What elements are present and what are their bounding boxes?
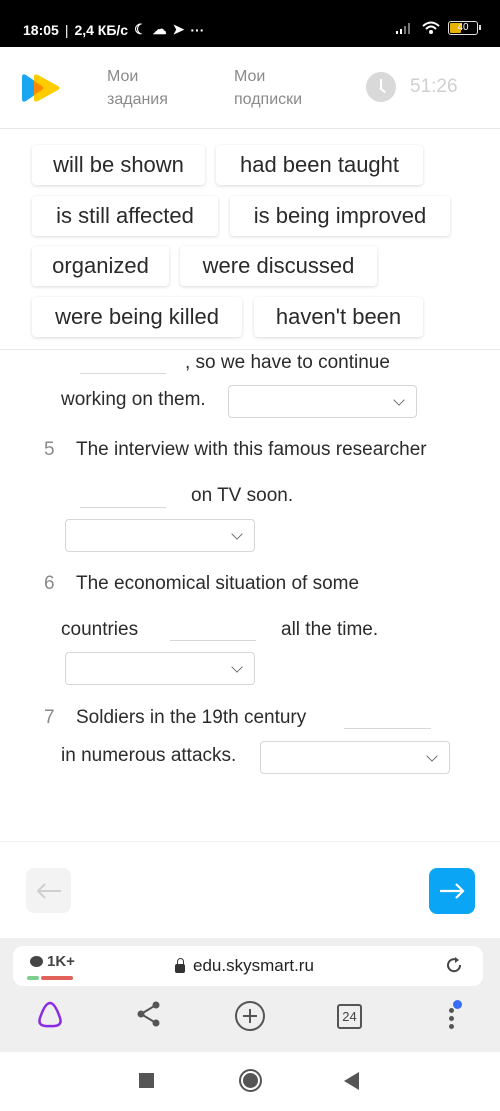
- timer: 51:26: [366, 72, 458, 102]
- wifi-icon: [422, 21, 440, 34]
- reload-icon[interactable]: [445, 956, 463, 974]
- answer-select-5[interactable]: [65, 519, 255, 552]
- answer-blank-5[interactable]: [80, 507, 166, 508]
- answer-blank-4[interactable]: [80, 373, 166, 374]
- recent-apps-button[interactable]: [139, 1073, 154, 1088]
- timer-value: 51:26: [410, 76, 458, 97]
- q7-text-line2: in numerous attacks.: [61, 745, 237, 766]
- nav-my-subscriptions[interactable]: Мои подписки: [234, 65, 302, 111]
- answer-select-4[interactable]: [228, 385, 417, 418]
- network-speed: 2,4 КБ/с: [74, 21, 129, 38]
- status-time: 18:05: [23, 21, 59, 38]
- comments-counter[interactable]: 1K+: [30, 953, 75, 970]
- divider: [0, 841, 500, 842]
- signal-icon: [396, 23, 410, 34]
- word-chip[interactable]: will be shown: [32, 145, 205, 185]
- question-number: 5: [44, 439, 55, 460]
- q6-text: The economical situation of some: [76, 573, 360, 594]
- back-button[interactable]: [344, 1072, 360, 1090]
- system-navigation-bar: [0, 1052, 500, 1111]
- status-bar: 18:05 | 2,4 КБ/с ☾ ☁ ➤ ··· 40: [0, 0, 500, 47]
- next-button[interactable]: [429, 868, 475, 914]
- word-chip[interactable]: had been taught: [216, 145, 423, 185]
- arrow-left-icon: [36, 882, 61, 899]
- q4-text-line2: working on them.: [61, 389, 206, 410]
- question-number: 7: [44, 707, 55, 728]
- chevron-down-icon: [426, 750, 438, 762]
- comment-icon: [30, 956, 43, 967]
- chevron-down-icon: [231, 661, 243, 673]
- address-bar[interactable]: 1K+ edu.skysmart.ru: [13, 946, 483, 986]
- q5-text: The interview with this famous researche…: [76, 439, 427, 460]
- alice-icon[interactable]: [35, 1000, 65, 1030]
- tabs-counter-icon[interactable]: 24: [337, 1004, 362, 1029]
- arrow-right-icon: [440, 883, 465, 899]
- word-chip[interactable]: were being killed: [32, 297, 242, 337]
- word-chip[interactable]: organized: [32, 246, 169, 286]
- browser-toolbar: 1K+ edu.skysmart.ru 24: [0, 938, 500, 1052]
- lock-icon: [175, 957, 185, 973]
- word-chip[interactable]: is still affected: [32, 196, 218, 236]
- notification-dot: [453, 1000, 462, 1009]
- question-number: 6: [44, 573, 55, 594]
- answer-select-6[interactable]: [65, 652, 255, 685]
- word-chip[interactable]: haven't been: [254, 297, 423, 337]
- q5-text-after: on TV soon.: [191, 485, 294, 506]
- new-tab-icon[interactable]: [234, 1000, 266, 1032]
- q6-text-before: countries: [61, 619, 139, 640]
- previous-button[interactable]: [26, 868, 71, 913]
- nav-my-tasks[interactable]: Мои задания: [107, 65, 168, 111]
- q6-text-after: all the time.: [281, 619, 379, 640]
- word-chip[interactable]: were discussed: [180, 246, 377, 286]
- telegram-icon: ➤: [172, 21, 185, 37]
- url-text[interactable]: edu.skysmart.ru: [175, 956, 314, 976]
- chevron-down-icon: [393, 394, 405, 406]
- answer-blank-7[interactable]: [344, 728, 431, 729]
- menu-icon[interactable]: [447, 1000, 463, 1034]
- app-header: Мои задания Мои подписки 51:26: [0, 47, 500, 129]
- cloud-icon: ☁: [152, 21, 167, 37]
- skysmart-logo[interactable]: [20, 73, 62, 103]
- chevron-down-icon: [231, 528, 243, 540]
- q4-text: , so we have to continue: [185, 352, 390, 373]
- battery-icon: 40: [448, 21, 481, 35]
- rating-bars: [27, 976, 73, 980]
- q7-text: Soldiers in the 19th century: [76, 707, 307, 728]
- home-button[interactable]: [239, 1069, 262, 1092]
- answer-select-7[interactable]: [260, 741, 450, 774]
- moon-icon: ☾: [134, 21, 147, 37]
- clock-icon: [366, 72, 396, 102]
- word-chip[interactable]: is being improved: [230, 196, 450, 236]
- answer-blank-6[interactable]: [170, 640, 256, 641]
- share-icon[interactable]: [136, 1000, 162, 1028]
- more-icon: ···: [190, 21, 205, 38]
- word-bank: will be shown had been taught is still a…: [0, 130, 500, 350]
